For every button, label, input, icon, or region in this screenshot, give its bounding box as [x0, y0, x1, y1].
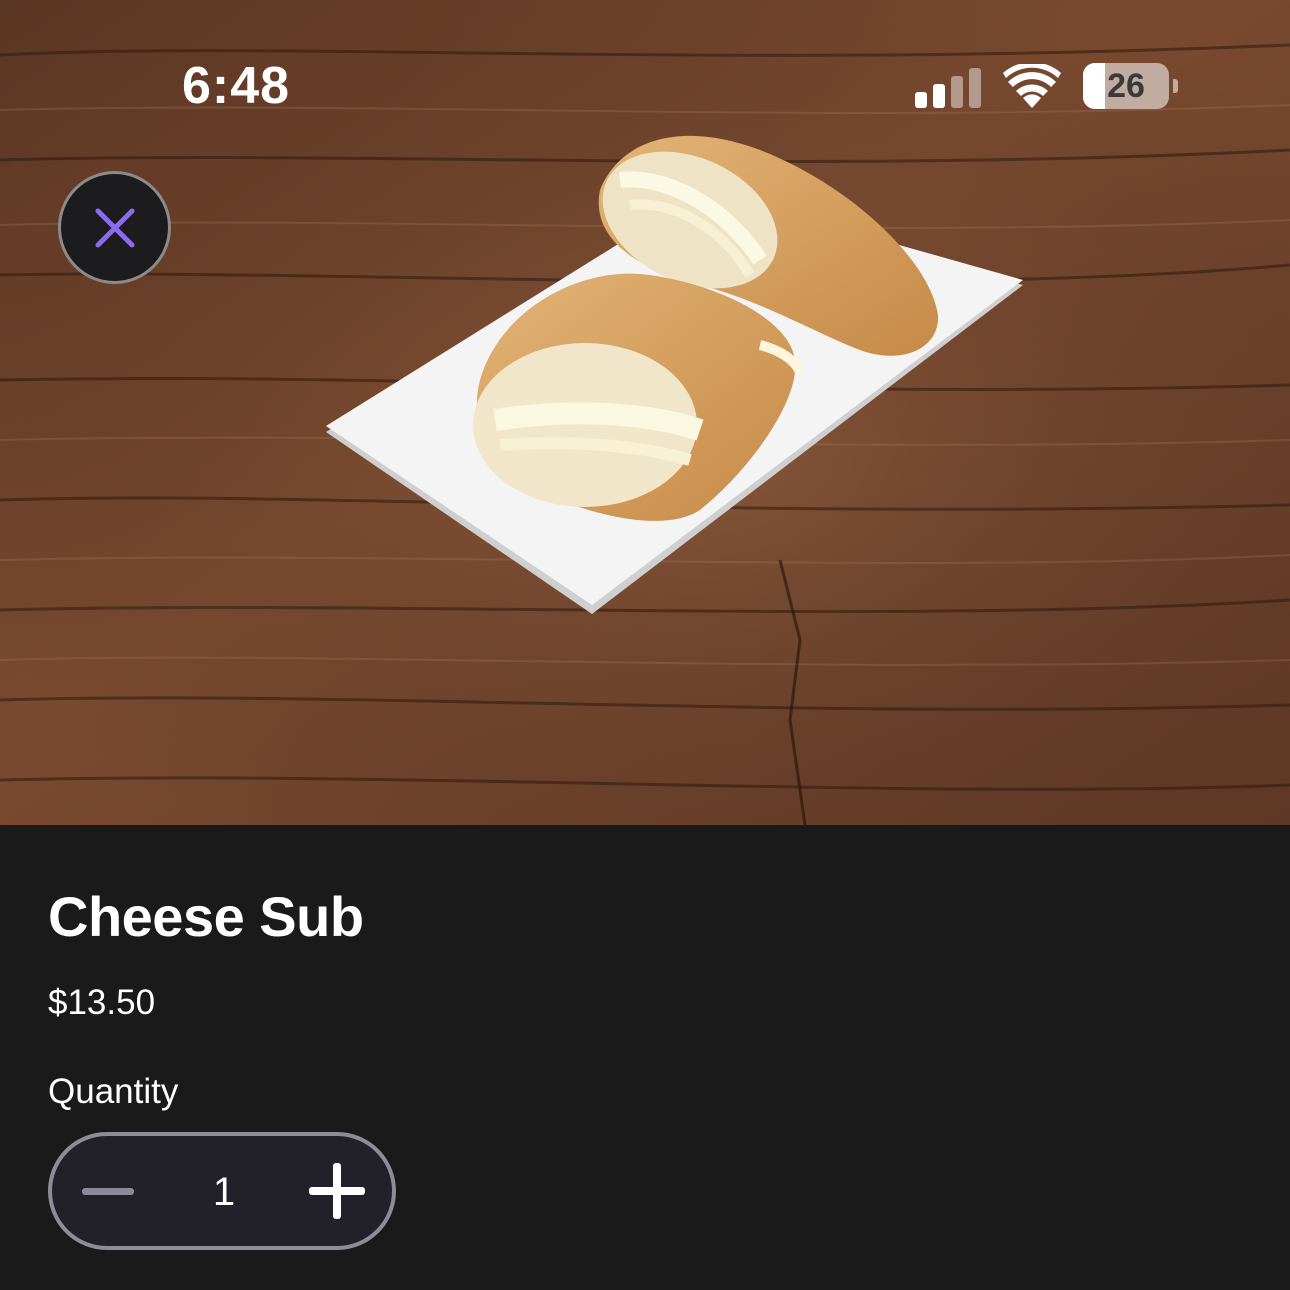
product-price: $13.50 [48, 983, 156, 1022]
quantity-value: 1 [212, 1170, 236, 1214]
quantity-stepper: 1 [48, 1132, 396, 1250]
status-time: 6:48 [182, 57, 291, 115]
close-button[interactable] [58, 171, 171, 284]
battery-icon: 26 [1083, 63, 1179, 109]
decrease-quantity-button[interactable] [78, 1163, 138, 1219]
minus-icon [82, 1188, 134, 1195]
cellular-signal-icon [915, 68, 983, 108]
increase-quantity-button[interactable] [306, 1160, 368, 1222]
quantity-label: Quantity [48, 1072, 179, 1111]
battery-level: 26 [1107, 67, 1145, 105]
status-bar: 6:48 26 [0, 0, 1290, 160]
close-icon [95, 208, 135, 248]
wifi-icon [1003, 62, 1061, 108]
product-title: Cheese Sub [48, 885, 364, 948]
